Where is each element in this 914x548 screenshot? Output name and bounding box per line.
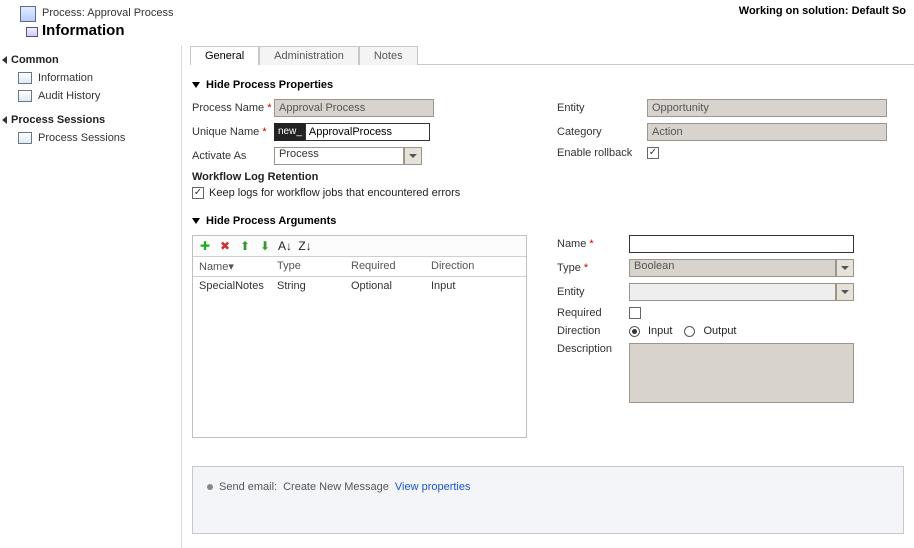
category-label: Category: [557, 126, 647, 138]
cell-direction: Input: [431, 280, 501, 292]
arg-entity-label: Entity: [557, 286, 629, 298]
unique-name-label: Unique Name *: [192, 126, 274, 138]
move-up-button[interactable]: ⬆: [238, 239, 252, 253]
activate-as-label: Activate As: [192, 150, 274, 162]
section-toggle-arguments[interactable]: Hide Process Arguments: [192, 215, 904, 227]
enable-rollback-label: Enable rollback: [557, 147, 647, 159]
keep-logs-checkbox[interactable]: [192, 187, 204, 199]
sidebar-item-label: Audit History: [38, 90, 100, 102]
sidebar-item-label: Process Sessions: [38, 132, 125, 144]
direction-output-radio[interactable]: [684, 326, 695, 337]
bullet-icon: [207, 484, 213, 490]
window-header: Process: Approval Process Information Wo…: [0, 0, 914, 45]
process-icon: [20, 6, 36, 22]
entity-field: Opportunity: [647, 99, 887, 117]
chevron-down-icon: [841, 266, 849, 270]
sessions-icon: [18, 132, 32, 144]
page-icon: [18, 72, 32, 84]
info-heading: Information: [42, 22, 125, 39]
section-toggle-properties[interactable]: Hide Process Properties: [192, 79, 904, 91]
unique-name-input[interactable]: [305, 123, 430, 141]
sidebar-cat-label: Common: [11, 54, 59, 66]
col-direction[interactable]: Direction: [431, 260, 501, 273]
arguments-toolbar: ✚ ✖ ⬆ ⬇ A↓ Z↓: [193, 236, 526, 257]
tab-notes[interactable]: Notes: [359, 46, 418, 65]
argument-row[interactable]: SpecialNotes String Optional Input: [193, 277, 526, 295]
chevron-down-icon: [409, 154, 417, 158]
col-type[interactable]: Type: [277, 260, 351, 273]
chevron-down-icon: [841, 290, 849, 294]
activate-as-select[interactable]: Process: [274, 147, 404, 165]
arg-required-label: Required: [557, 307, 629, 319]
cell-type: String: [277, 280, 351, 292]
arg-type-label: Type *: [557, 262, 629, 274]
arg-type-select[interactable]: Boolean: [629, 259, 836, 277]
sidebar-item-audit-history[interactable]: Audit History: [0, 87, 173, 105]
process-title: Process: Approval Process: [42, 7, 173, 19]
arg-description-label: Description: [557, 343, 629, 355]
cell-required: Optional: [351, 280, 431, 292]
tab-bar: General Administration Notes: [190, 45, 914, 65]
col-required[interactable]: Required: [351, 260, 431, 273]
process-name-field[interactable]: Approval Process: [274, 99, 434, 117]
arg-description-textarea[interactable]: [629, 343, 854, 403]
sidebar-cat-label: Process Sessions: [11, 114, 105, 126]
info-icon: [26, 27, 38, 37]
tab-general[interactable]: General: [190, 46, 259, 65]
sidebar-item-information[interactable]: Information: [0, 69, 173, 87]
view-properties-link[interactable]: View properties: [395, 481, 471, 493]
caret-icon: [2, 116, 7, 124]
arg-name-input[interactable]: [629, 235, 854, 253]
step-prefix: Send email:: [219, 481, 277, 493]
arg-entity-select[interactable]: [629, 283, 836, 301]
left-nav: Common Information Audit History Process…: [0, 45, 182, 548]
category-field: Action: [647, 123, 887, 141]
sidebar-item-label: Information: [38, 72, 93, 84]
select-dropdown-button[interactable]: [836, 283, 854, 301]
tab-administration[interactable]: Administration: [259, 46, 359, 65]
section-label: Hide Process Arguments: [206, 215, 336, 227]
sidebar-cat-common[interactable]: Common: [0, 51, 173, 69]
caret-icon: [2, 56, 7, 64]
keep-logs-label: Keep logs for workflow jobs that encount…: [209, 187, 460, 199]
direction-input-label: Input: [648, 325, 672, 337]
workflow-log-heading: Workflow Log Retention: [192, 171, 527, 183]
arg-required-checkbox[interactable]: [629, 307, 641, 319]
working-on-solution-label: Working on solution: Default So: [739, 4, 906, 17]
process-name-label: Process Name *: [192, 102, 274, 114]
arguments-grid-header: Name▾ Type Required Direction: [193, 257, 526, 277]
step-row[interactable]: Send email: Create New Message View prop…: [207, 481, 889, 493]
sort-asc-button[interactable]: A↓: [278, 239, 292, 253]
triangle-down-icon: [192, 218, 200, 224]
select-dropdown-button[interactable]: [404, 147, 422, 165]
history-icon: [18, 90, 32, 102]
unique-name-prefix: new_: [274, 123, 305, 141]
sidebar-cat-sessions[interactable]: Process Sessions: [0, 111, 173, 129]
enable-rollback-checkbox[interactable]: [647, 147, 659, 159]
step-value: Create New Message: [283, 481, 389, 493]
section-label: Hide Process Properties: [206, 79, 333, 91]
direction-output-label: Output: [703, 325, 736, 337]
select-dropdown-button[interactable]: [836, 259, 854, 277]
arg-direction-label: Direction: [557, 325, 629, 337]
add-argument-button[interactable]: ✚: [198, 239, 212, 253]
col-name[interactable]: Name▾: [199, 260, 277, 273]
triangle-down-icon: [192, 82, 200, 88]
entity-label: Entity: [557, 102, 647, 114]
sidebar-item-process-sessions[interactable]: Process Sessions: [0, 129, 173, 147]
delete-argument-button[interactable]: ✖: [218, 239, 232, 253]
move-down-button[interactable]: ⬇: [258, 239, 272, 253]
cell-name: SpecialNotes: [199, 280, 277, 292]
direction-input-radio[interactable]: [629, 326, 640, 337]
sort-desc-button[interactable]: Z↓: [298, 239, 312, 253]
steps-panel: Send email: Create New Message View prop…: [192, 466, 904, 534]
arg-name-label: Name *: [557, 238, 629, 250]
